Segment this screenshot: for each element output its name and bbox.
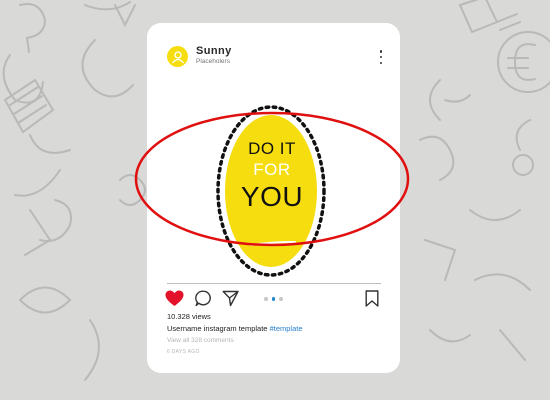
carousel-dot-active [271,297,275,301]
post-card: Sunny Placeholers DO IT FOR YOU 10.328 v… [147,23,400,373]
divider [167,283,381,284]
caption: Username instagram template #template [167,324,303,333]
view-count: 10.328 views [167,312,211,321]
caption-username[interactable]: Username [167,324,202,333]
post-username[interactable]: Sunny [196,45,232,57]
caption-text: instagram template [201,324,270,333]
comment-icon[interactable] [195,290,212,307]
send-icon[interactable] [222,290,239,307]
post-date: 6 DAYS AGO [167,349,200,355]
post-text-line1: DO IT [248,139,296,158]
user-icon [171,50,184,63]
post-text-line3: YOU [240,181,304,212]
heart-icon[interactable] [165,290,184,307]
avatar[interactable] [167,46,188,67]
post-location: Placeholers [196,58,230,65]
more-vertical-icon[interactable] [375,50,387,64]
carousel-dot [279,297,283,301]
view-comments-link[interactable]: View all 328 comments [167,337,234,344]
post-text-line2: FOR [253,160,291,179]
carousel-indicator [264,297,283,301]
carousel-dot [264,297,268,301]
bookmark-icon[interactable] [365,290,379,307]
caption-hashtag[interactable]: #template [270,324,303,333]
